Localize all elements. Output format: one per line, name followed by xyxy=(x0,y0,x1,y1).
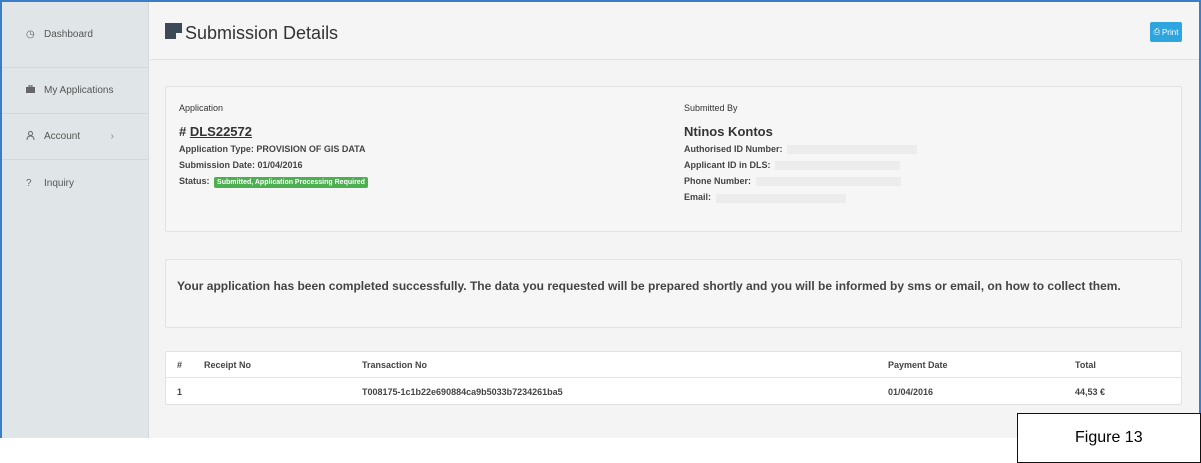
applicant-id-line: Applicant ID in DLS: xyxy=(684,160,917,171)
application-number-prefix: # xyxy=(179,124,190,139)
page-title-text: Submission Details xyxy=(185,23,339,43)
status-badge: Submitted, Application Processing Requir… xyxy=(214,177,368,188)
table-row: 1 T008175-1c1b22e690884ca9b5033b7234261b… xyxy=(166,379,1181,405)
redacted-value xyxy=(755,177,901,187)
cell-payment-date: 01/04/2016 xyxy=(888,387,934,397)
sidebar-item-label: Account xyxy=(44,131,81,142)
main-content: Submission Details ⎙ Print Application #… xyxy=(150,2,1199,438)
sidebar-item-account[interactable]: Account › xyxy=(2,114,148,160)
print-label: Print xyxy=(1161,27,1179,37)
phone-line: Phone Number: xyxy=(684,176,917,187)
redacted-value xyxy=(715,193,846,203)
page-title: Submission Details xyxy=(165,22,339,44)
table-header: # Receipt No Transaction No Payment Date… xyxy=(166,352,1181,378)
submission-info-panel: Application # DLS22572 Application Type:… xyxy=(165,86,1182,232)
sidebar-item-dashboard[interactable]: ◷ Dashboard xyxy=(2,2,148,68)
sidebar-item-inquiry[interactable]: ? Inquiry xyxy=(2,160,148,206)
submitted-by-column: Submitted By Ntinos Kontos Authorised ID… xyxy=(684,103,918,203)
sidebar-item-label: Dashboard xyxy=(44,29,93,40)
clock-icon: ◷ xyxy=(26,29,35,40)
cell-transaction: T008175-1c1b22e690884ca9b5033b7234261ba5 xyxy=(362,387,563,397)
authorised-id-label: Authorised ID Number: xyxy=(684,144,783,154)
email-line: Email: xyxy=(684,192,917,203)
application-number: # DLS22572 xyxy=(179,124,368,139)
application-type: Application Type: PROVISION OF GIS DATA xyxy=(179,144,366,154)
column-header-payment-date: Payment Date xyxy=(888,360,948,370)
phone-label: Phone Number: xyxy=(684,176,752,187)
redacted-value xyxy=(775,161,901,171)
cell-total: 44,53 € xyxy=(1075,387,1106,397)
column-header-transaction: Transaction No xyxy=(362,360,428,370)
application-column: Application # DLS22572 Application Type:… xyxy=(179,103,368,188)
applicant-id-label: Applicant ID in DLS: xyxy=(684,160,771,171)
redacted-value xyxy=(787,145,918,155)
column-header-receipt: Receipt No xyxy=(204,360,252,370)
document-icon xyxy=(165,22,182,39)
sidebar-item-my-applications[interactable]: My Applications xyxy=(2,68,148,114)
sidebar-item-label: Inquiry xyxy=(44,177,75,189)
sidebar: ◷ Dashboard My Applications Account › ? … xyxy=(2,2,149,438)
column-header-total: Total xyxy=(1075,360,1096,370)
success-message-panel: Your application has been completed succ… xyxy=(165,259,1182,328)
status-label: Status: xyxy=(179,176,210,186)
email-label: Email: xyxy=(684,192,712,203)
app-window: ◷ Dashboard My Applications Account › ? … xyxy=(0,0,1201,438)
status-line: Status: Submitted, Application Processin… xyxy=(179,176,368,188)
column-header-number: # xyxy=(177,360,183,370)
submitted-by-heading: Submitted By xyxy=(684,103,738,113)
application-number-link[interactable]: DLS22572 xyxy=(190,124,252,139)
figure-caption: Figure 13 xyxy=(1017,413,1201,463)
help-icon: ? xyxy=(26,177,32,189)
sidebar-item-label: My Applications xyxy=(44,85,114,96)
application-heading: Application xyxy=(179,103,224,113)
briefcase-icon xyxy=(26,84,44,96)
page-header: Submission Details ⎙ Print xyxy=(150,2,1199,60)
authorised-id-line: Authorised ID Number: xyxy=(684,144,918,155)
submission-date: Submission Date: 01/04/2016 xyxy=(179,160,303,170)
printer-icon: ⎙ xyxy=(1153,27,1160,36)
chevron-right-icon: › xyxy=(110,131,114,142)
submitter-name: Ntinos Kontos xyxy=(684,124,773,139)
print-button[interactable]: ⎙ Print xyxy=(1150,22,1182,42)
user-icon xyxy=(26,130,44,143)
cell-number: 1 xyxy=(177,387,183,397)
success-message: Your application has been completed succ… xyxy=(177,279,1121,293)
payment-table: # Receipt No Transaction No Payment Date… xyxy=(165,351,1182,405)
